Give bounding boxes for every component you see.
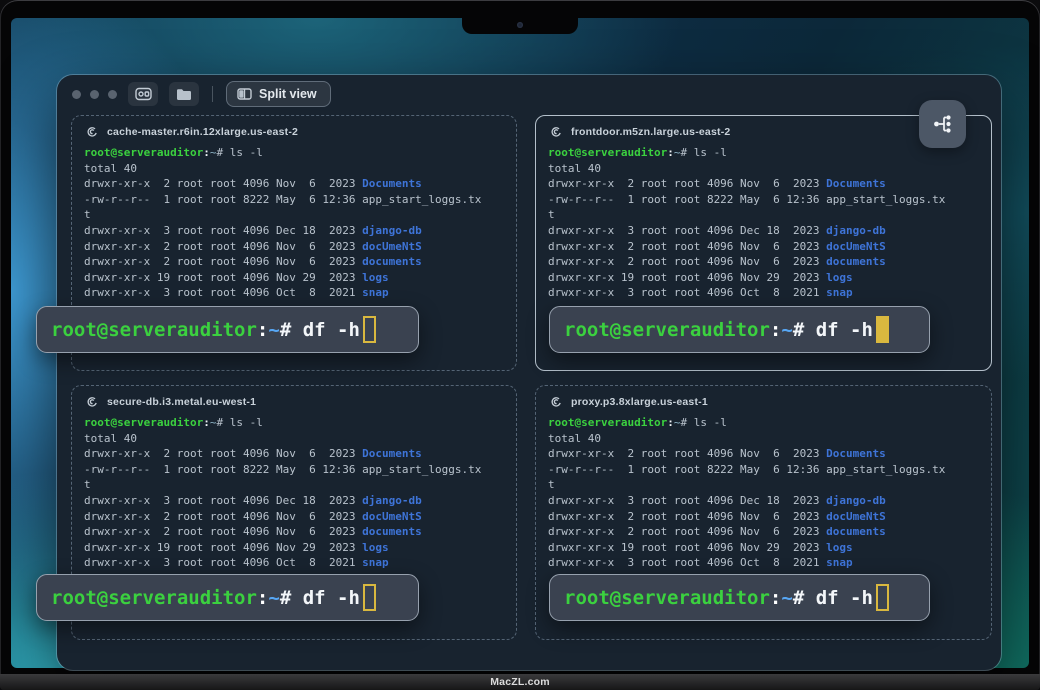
prompt-overlay-frontdoor[interactable]: root@serverauditor:~# df -h [549,306,930,353]
broadcast-input-button[interactable] [919,100,966,148]
traffic-light-minimize-icon[interactable] [90,90,99,99]
folder-icon [176,88,192,101]
prompt-tilde: ~ [268,587,279,609]
pane-title: secure-db.i3.metal.eu-west-1 [107,396,256,408]
terminal-line: t [84,477,504,493]
terminal-line: total 40 [84,161,504,177]
terminal-line: -rw-r--r-- 1 root root 8222 May 6 12:36 … [84,192,504,208]
prompt-overlay-cache-master[interactable]: root@serverauditor:~# df -h [36,306,419,353]
terminal-line: t [548,477,979,493]
laptop-chin: MacZL.com [0,674,1040,690]
prompt-user: root@serverauditor [51,319,257,341]
terminal-line: drwxr-xr-x 2 root root 4096 Nov 6 2023 D… [84,176,504,192]
toolbar-divider [212,86,213,102]
debian-swirl-icon [85,125,98,138]
terminal-line: root@serverauditor:~# ls -l [84,145,504,161]
prompt-command: # df -h [280,319,360,341]
terminal-line: drwxr-xr-x 19 root root 4096 Nov 29 2023… [84,540,504,556]
terminal-line: root@serverauditor:~# ls -l [548,145,979,161]
pane-title: frontdoor.m5zn.large.us-east-2 [571,126,730,138]
terminal-line: drwxr-xr-x 2 root root 4096 Nov 6 2023 d… [548,509,979,525]
split-view-label: Split view [259,87,317,101]
terminal-line: drwxr-xr-x 3 root root 4096 Oct 8 2021 s… [84,555,504,571]
prompt-colon: : [770,319,781,341]
terminal-line: -rw-r--r-- 1 root root 8222 May 6 12:36 … [548,192,979,208]
terminal-line: total 40 [548,431,979,447]
terminal-output[interactable]: root@serverauditor:~# ls -ltotal 40drwxr… [536,412,991,574]
prompt-overlay-secure-db[interactable]: root@serverauditor:~# df -h [36,574,419,621]
terminal-line: drwxr-xr-x 2 root root 4096 Nov 6 2023 d… [84,239,504,255]
debian-swirl-icon [549,395,562,408]
terminal-line: drwxr-xr-x 3 root root 4096 Oct 8 2021 s… [548,555,979,571]
laptop-mockup: Split view cache-master.r6in.12xlarge.us… [0,0,1040,690]
webcam-icon [517,22,523,28]
terminal-output[interactable]: root@serverauditor:~# ls -ltotal 40drwxr… [536,142,991,304]
terminal-line: drwxr-xr-x 2 root root 4096 Nov 6 2023 d… [84,524,504,540]
traffic-light-close-icon[interactable] [72,90,81,99]
prompt-colon: : [257,587,268,609]
window-titlebar: Split view [57,75,1001,113]
terminal-line: drwxr-xr-x 19 root root 4096 Nov 29 2023… [548,270,979,286]
debian-swirl-icon [85,395,98,408]
prompt-user: root@serverauditor [564,587,770,609]
terminal-line: drwxr-xr-x 19 root root 4096 Nov 29 2023… [84,270,504,286]
prompt-command: # df -h [793,587,873,609]
prompt-user: root@serverauditor [564,319,770,341]
host-card-icon [135,87,152,101]
pane-header: proxy.p3.8xlarge.us-east-1 [536,386,991,412]
terminal-line: total 40 [548,161,979,177]
prompt-overlay-proxy[interactable]: root@serverauditor:~# df -h [549,574,930,621]
prompt-tilde: ~ [781,319,792,341]
terminal-line: t [84,207,504,223]
terminal-line: -rw-r--r-- 1 root root 8222 May 6 12:36 … [84,462,504,478]
prompt-command: # df -h [280,587,360,609]
prompt-command: # df -h [793,319,873,341]
terminal-line: drwxr-xr-x 2 root root 4096 Nov 6 2023 d… [548,239,979,255]
prompt-tilde: ~ [268,319,279,341]
prompt-colon: : [770,587,781,609]
terminal-cursor [363,316,376,343]
pane-title: cache-master.r6in.12xlarge.us-east-2 [107,126,298,138]
terminal-line: drwxr-xr-x 19 root root 4096 Nov 29 2023… [548,540,979,556]
terminal-line: drwxr-xr-x 2 root root 4096 Nov 6 2023 d… [548,524,979,540]
terminal-line: t [548,207,979,223]
hosts-button[interactable] [128,82,158,106]
split-view-icon [237,88,252,100]
terminal-line: total 40 [84,431,504,447]
terminal-line: root@serverauditor:~# ls -l [84,415,504,431]
broadcast-network-icon [931,112,955,136]
debian-swirl-icon [549,125,562,138]
terminal-line: drwxr-xr-x 2 root root 4096 Nov 6 2023 d… [548,254,979,270]
terminal-cursor [876,316,889,343]
terminal-line: drwxr-xr-x 3 root root 4096 Oct 8 2021 s… [548,285,979,301]
pane-title: proxy.p3.8xlarge.us-east-1 [571,396,708,408]
terminal-line: drwxr-xr-x 2 root root 4096 Nov 6 2023 d… [84,509,504,525]
prompt-colon: : [257,319,268,341]
terminal-line: drwxr-xr-x 3 root root 4096 Dec 18 2023 … [548,223,979,239]
terminal-line: root@serverauditor:~# ls -l [548,415,979,431]
terminal-line: drwxr-xr-x 3 root root 4096 Dec 18 2023 … [84,223,504,239]
terminal-output[interactable]: root@serverauditor:~# ls -ltotal 40drwxr… [72,412,516,574]
terminal-line: drwxr-xr-x 3 root root 4096 Dec 18 2023 … [548,493,979,509]
laptop-notch [462,17,578,34]
terminal-line: drwxr-xr-x 2 root root 4096 Nov 6 2023 D… [548,446,979,462]
pane-header: cache-master.r6in.12xlarge.us-east-2 [72,116,516,142]
split-view-button[interactable]: Split view [226,81,331,107]
terminal-line: drwxr-xr-x 3 root root 4096 Dec 18 2023 … [84,493,504,509]
prompt-tilde: ~ [781,587,792,609]
sftp-button[interactable] [169,82,199,106]
traffic-light-zoom-icon[interactable] [108,90,117,99]
desktop-wallpaper: Split view cache-master.r6in.12xlarge.us… [11,18,1029,668]
brand-label: MacZL.com [490,676,550,688]
terminal-line: drwxr-xr-x 3 root root 4096 Oct 8 2021 s… [84,285,504,301]
pane-header: secure-db.i3.metal.eu-west-1 [72,386,516,412]
terminal-line: drwxr-xr-x 2 root root 4096 Nov 6 2023 D… [84,446,504,462]
terminal-line: -rw-r--r-- 1 root root 8222 May 6 12:36 … [548,462,979,478]
terminal-output[interactable]: root@serverauditor:~# ls -ltotal 40drwxr… [72,142,516,304]
terminal-cursor [876,584,889,611]
terminal-line: drwxr-xr-x 2 root root 4096 Nov 6 2023 d… [84,254,504,270]
prompt-user: root@serverauditor [51,587,257,609]
terminal-cursor [363,584,376,611]
terminal-line: drwxr-xr-x 2 root root 4096 Nov 6 2023 D… [548,176,979,192]
